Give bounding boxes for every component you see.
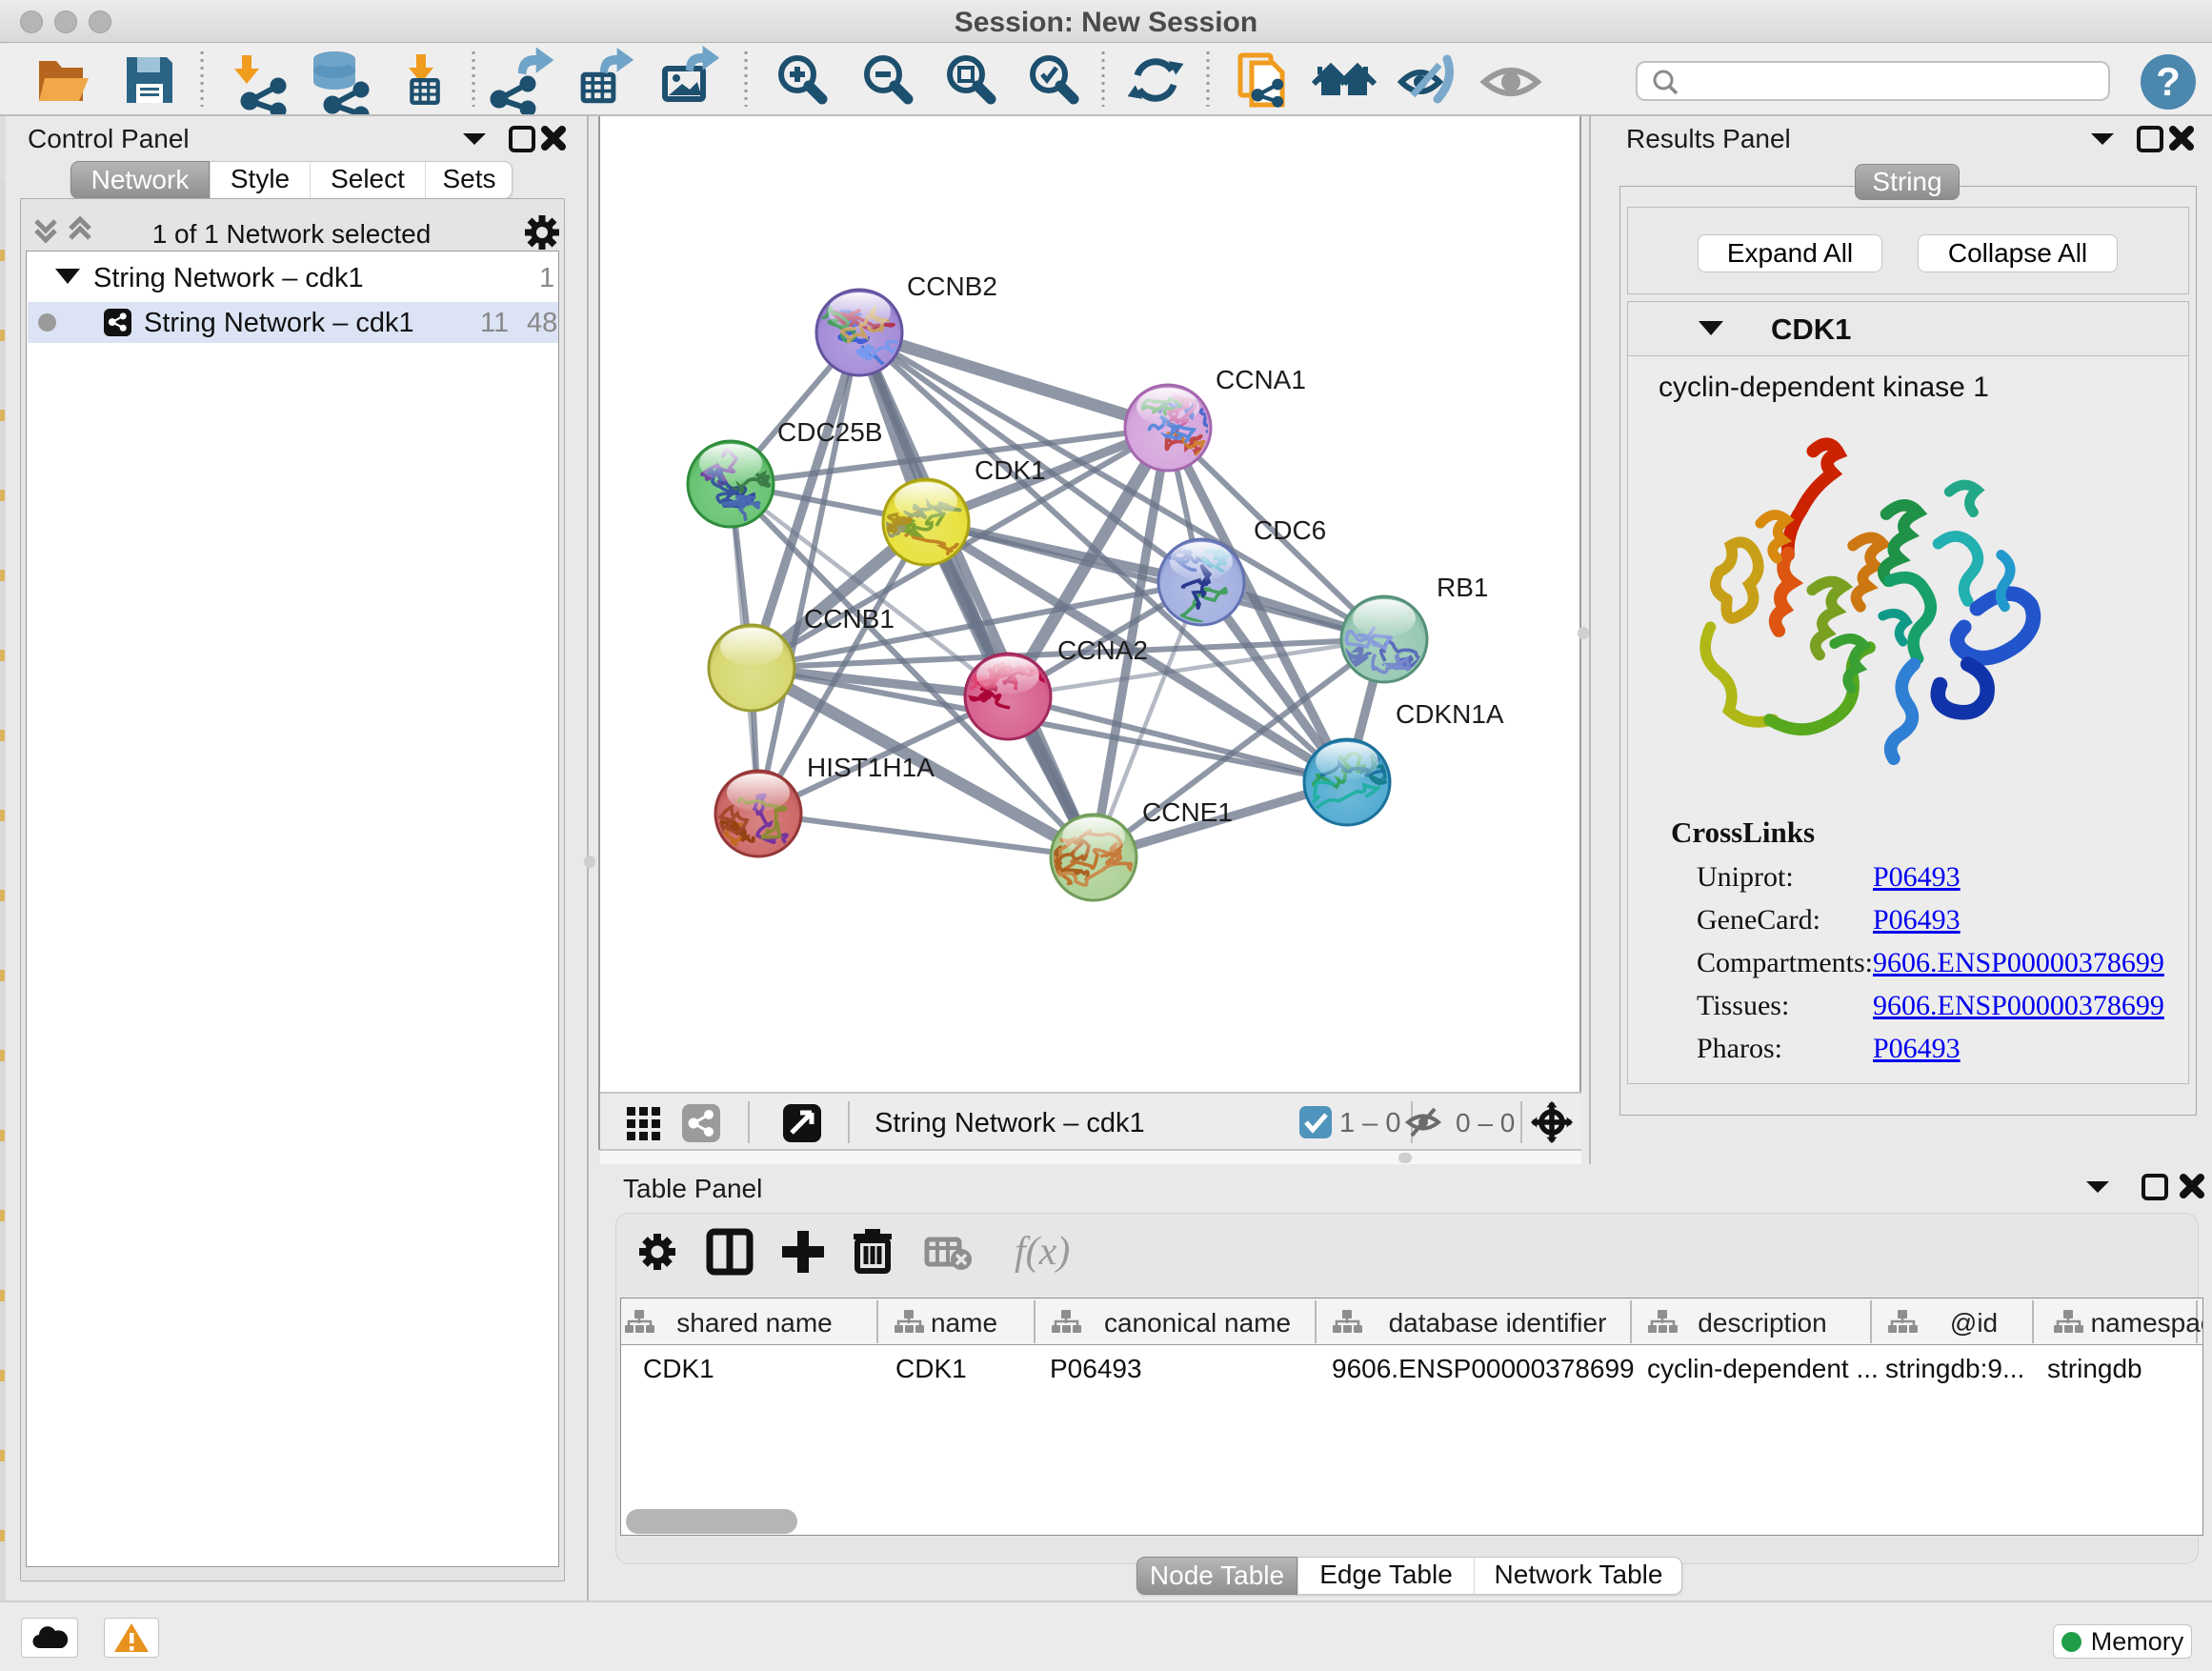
svg-text:CDC6: CDC6 xyxy=(1254,515,1326,545)
svg-text:0 – 0: 0 – 0 xyxy=(1456,1108,1515,1137)
svg-text:CCNB2: CCNB2 xyxy=(907,272,997,301)
svg-text:@id: @id xyxy=(1950,1308,1998,1338)
svg-text:HIST1H1A: HIST1H1A xyxy=(807,753,935,782)
svg-text:database identifier: database identifier xyxy=(1389,1308,1607,1338)
svg-text:CCNB1: CCNB1 xyxy=(804,604,895,634)
svg-text:CCNA2: CCNA2 xyxy=(1057,635,1148,665)
svg-text:CDK1: CDK1 xyxy=(975,455,1046,485)
svg-text:RB1: RB1 xyxy=(1437,573,1488,602)
svg-text:CCNE1: CCNE1 xyxy=(1142,797,1233,827)
svg-text:1 – 0: 1 – 0 xyxy=(1339,1108,1401,1138)
svg-text:canonical name: canonical name xyxy=(1104,1308,1291,1338)
svg-text:f(x): f(x) xyxy=(1015,1230,1070,1274)
svg-text:namespace: namespace xyxy=(2091,1308,2202,1338)
svg-text:description: description xyxy=(1698,1308,1826,1338)
svg-text:CCNA1: CCNA1 xyxy=(1216,365,1306,394)
svg-text:String Network – cdk1: String Network – cdk1 xyxy=(875,1108,1145,1138)
svg-text:shared name: shared name xyxy=(676,1308,832,1338)
svg-text:CDC25B: CDC25B xyxy=(777,417,882,447)
svg-text:?: ? xyxy=(2156,59,2181,104)
svg-text:name: name xyxy=(931,1308,997,1338)
svg-text:CDKN1A: CDKN1A xyxy=(1396,699,1504,729)
